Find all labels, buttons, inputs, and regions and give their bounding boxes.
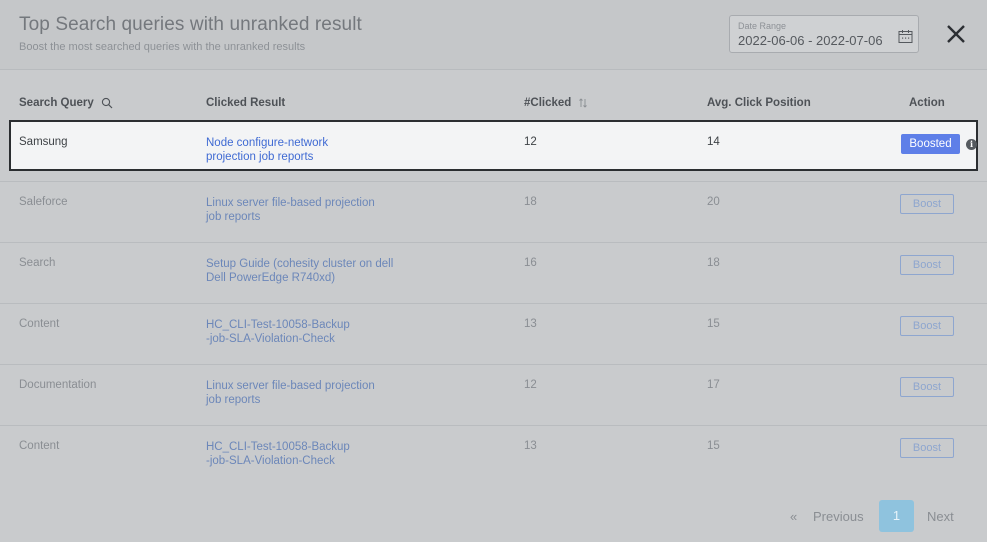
clicked-result-link[interactable]: Node configure-network projection job re… xyxy=(206,136,328,164)
clicked-count-cell: 13 xyxy=(524,318,537,330)
search-query-cell: Saleforce xyxy=(19,196,68,208)
column-header-label: Search Query xyxy=(19,97,94,110)
page-number-current[interactable]: 1 xyxy=(879,500,914,532)
avg-position-cell: 14 xyxy=(707,136,720,148)
search-query-cell: Content xyxy=(19,440,60,452)
column-header-clicked-result: Clicked Result xyxy=(206,97,286,109)
boost-button[interactable]: Boost xyxy=(900,377,954,397)
clicked-result-link[interactable]: HC_CLI-Test-10058-Backup -job-SLA-Violat… xyxy=(206,318,350,346)
clicked-result-line: Linux server file-based projection xyxy=(206,380,375,392)
boost-button[interactable]: Boost xyxy=(900,194,954,214)
sort-icon[interactable] xyxy=(578,98,587,108)
clicked-result-line: -job-SLA-Violation-Check xyxy=(206,455,335,467)
clicked-result-line: Dell PowerEdge R740xd) xyxy=(206,272,336,284)
clicked-count-cell: 13 xyxy=(524,440,537,452)
clicked-result-line: Node configure-network xyxy=(206,137,329,149)
close-icon[interactable] xyxy=(944,22,968,46)
column-header-clicked[interactable]: #Clicked xyxy=(524,97,587,109)
clicked-count-cell: 16 xyxy=(524,257,537,269)
clicked-result-link[interactable]: Linux server file-based projection job r… xyxy=(206,379,375,407)
boost-button[interactable]: Boost xyxy=(900,438,954,458)
clicked-result-line: job reports xyxy=(206,394,261,406)
date-range-label: Date Range xyxy=(738,21,787,31)
clicked-result-line: Setup Guide (cohesity cluster on dell xyxy=(206,258,394,270)
date-range-picker[interactable]: Date Range 2022-06-06 - 2022-07-06 xyxy=(729,15,919,53)
clicked-count-cell: 12 xyxy=(524,136,537,148)
clicked-result-line: Linux server file-based projection xyxy=(206,197,375,209)
avg-position-cell: 18 xyxy=(707,257,720,269)
calendar-icon[interactable] xyxy=(898,29,913,44)
clicked-count-cell: 18 xyxy=(524,196,537,208)
table-row: Search Setup Guide (cohesity cluster on … xyxy=(0,242,987,303)
clicked-count-cell: 12 xyxy=(524,379,537,391)
column-header-action: Action xyxy=(909,97,945,109)
table-row: Samsung Node configure-network projectio… xyxy=(9,120,978,171)
column-header-avg-click-position: Avg. Click Position xyxy=(707,97,811,109)
search-icon[interactable] xyxy=(101,97,113,109)
column-header-search-query[interactable]: Search Query xyxy=(19,97,113,109)
clicked-result-line: projection job reports xyxy=(206,151,314,163)
previous-page-button[interactable]: Previous xyxy=(813,509,864,524)
clicked-result-link[interactable]: Linux server file-based projection job r… xyxy=(206,196,375,224)
pagination: « Previous 1 Next xyxy=(0,500,987,532)
next-page-button[interactable]: Next xyxy=(927,509,954,524)
avg-position-cell: 15 xyxy=(707,318,720,330)
clicked-result-link[interactable]: HC_CLI-Test-10058-Backup -job-SLA-Violat… xyxy=(206,440,350,468)
search-query-cell: Documentation xyxy=(19,379,97,391)
clicked-result-line: HC_CLI-Test-10058-Backup xyxy=(206,319,350,331)
boost-button[interactable]: Boost xyxy=(900,255,954,275)
table-row: Saleforce Linux server file-based projec… xyxy=(0,181,987,242)
search-query-cell: Search xyxy=(19,257,56,269)
clicked-result-line: job reports xyxy=(206,211,261,223)
modal-header: Top Search queries with unranked result … xyxy=(0,0,987,70)
clicked-result-line: HC_CLI-Test-10058-Backup xyxy=(206,441,350,453)
clicked-result-line: -job-SLA-Violation-Check xyxy=(206,333,335,345)
boost-button[interactable]: Boost xyxy=(900,316,954,336)
page-subtitle: Boost the most searched queries with the… xyxy=(19,41,306,53)
info-icon[interactable]: i xyxy=(966,139,977,150)
table-row: Documentation Linux server file-based pr… xyxy=(0,364,987,425)
page-title: Top Search queries with unranked result xyxy=(19,14,362,35)
avg-position-cell: 15 xyxy=(707,440,720,452)
search-query-cell: Content xyxy=(19,318,60,330)
table-row: Content HC_CLI-Test-10058-Backup -job-SL… xyxy=(0,303,987,364)
clicked-result-link[interactable]: Setup Guide (cohesity cluster on dell De… xyxy=(206,257,393,285)
table-row: Content HC_CLI-Test-10058-Backup -job-SL… xyxy=(0,425,987,486)
avg-position-cell: 17 xyxy=(707,379,720,391)
avg-position-cell: 20 xyxy=(707,196,720,208)
previous-arrow-icon[interactable]: « xyxy=(790,509,797,524)
date-range-value: 2022-06-06 - 2022-07-06 xyxy=(738,33,883,48)
column-header-label: #Clicked xyxy=(524,97,572,109)
search-query-cell: Samsung xyxy=(19,136,68,148)
boosted-button[interactable]: Boosted xyxy=(901,134,960,154)
